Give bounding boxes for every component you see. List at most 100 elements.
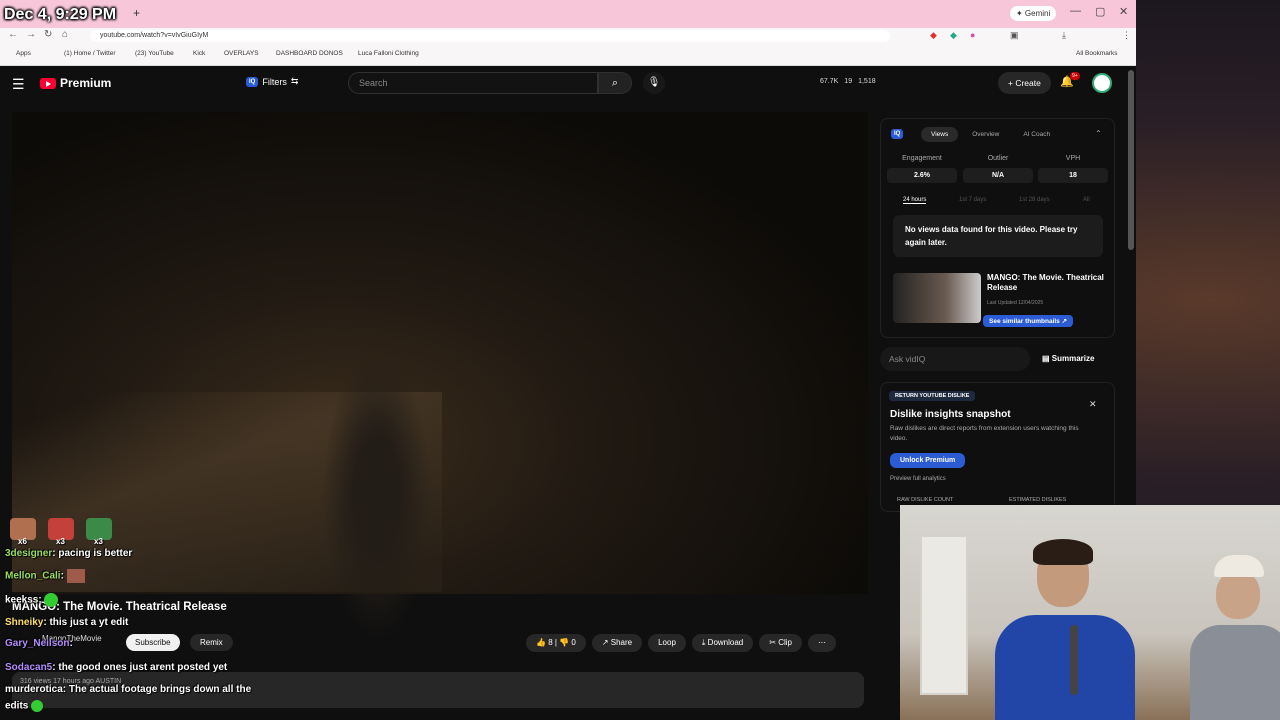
emote-icon: x3 [86, 518, 112, 546]
hamburger-menu-icon[interactable]: ☰ [12, 76, 25, 93]
page-scrollbar[interactable] [1128, 70, 1134, 250]
vidiq-logo-icon: IQ [891, 129, 904, 139]
preview-analytics: Preview full analytics [890, 476, 946, 482]
period-24h[interactable]: 24 hours [903, 197, 927, 204]
period-28d[interactable]: 1st 28 days [1019, 197, 1050, 203]
subscribe-button[interactable]: Subscribe [126, 634, 180, 651]
reload-icon[interactable]: ↻ [44, 29, 52, 40]
search-input[interactable]: Search [348, 72, 598, 94]
chat-message: 3designer: pacing is better [5, 548, 133, 559]
bookmarks-bar: Apps (1) Home / Twitter (23) YouTube Kic… [0, 44, 1136, 66]
tab-ai-coach[interactable]: AI Coach [1013, 127, 1060, 142]
chat-message: murderotica: The actual footage brings d… [5, 684, 252, 695]
minimize-icon[interactable]: — [1070, 5, 1081, 17]
estimated-dislike-label: ESTIMATED DISLIKES [1009, 497, 1067, 503]
create-button[interactable]: + Create [998, 72, 1051, 94]
back-icon[interactable]: ← [8, 29, 18, 40]
like-button[interactable]: 👍 8 | 👎 0 [526, 634, 586, 652]
bookmark-twitter[interactable]: (1) Home / Twitter [64, 50, 116, 57]
filter-sliders-icon: ⇆ [290, 76, 299, 86]
person-silhouette [322, 352, 432, 642]
close-icon[interactable]: ✕ [1119, 5, 1128, 18]
streamer [995, 539, 1135, 720]
emote-icon: x6 [10, 518, 36, 546]
metric-outlier: Outlier N/A [963, 155, 1033, 183]
bookmark-apps[interactable]: Apps [16, 50, 31, 57]
summarize-button[interactable]: ▤ Summarize [1042, 354, 1094, 363]
search-icon: ⌕ [611, 77, 619, 89]
youtube-logo[interactable]: Premium [40, 76, 111, 90]
video-actions: 👍 8 | 👎 0 ↗ Share Loop ⤓ Download ✂ Clip… [526, 634, 836, 652]
rtyd-title: Dislike insights snapshot [890, 409, 1011, 420]
download-icon[interactable]: ⤓ [1062, 30, 1066, 41]
bookmark-youtube[interactable]: (23) YouTube [135, 50, 174, 57]
voice-search-button[interactable]: 🎙 [643, 72, 665, 94]
youtube-header: ☰ Premium IQ Filters ⇆ Search ⌕ 🎙 67.7K … [0, 66, 1136, 100]
tab-views[interactable]: Views [921, 127, 959, 142]
webcam-overlay [900, 505, 1280, 720]
filters-label: Filters [262, 76, 287, 87]
remix-button[interactable]: Remix [190, 634, 233, 651]
close-icon[interactable]: ✕ [1089, 399, 1097, 410]
chat-message: Mellon_Cali: [5, 569, 85, 583]
extension-icon[interactable]: ● [970, 30, 975, 40]
rtyd-label: RETURN YOUTUBE DISLIKE [889, 391, 976, 401]
similar-thumbnails-button[interactable]: See similar thumbnails ↗ [983, 315, 1074, 327]
maximize-icon[interactable]: ▢ [1095, 5, 1105, 18]
brand-label: Premium [60, 76, 112, 90]
bookmark-overlays[interactable]: OVERLAYS [224, 50, 259, 57]
chat-emote-combo: x6 x3 x3 [10, 518, 112, 546]
microphone-icon [1070, 625, 1078, 695]
share-button[interactable]: ↗ Share [591, 634, 643, 652]
download-button[interactable]: ⤓ Download [691, 634, 754, 652]
chat-message: Gary_Neilson: [5, 638, 73, 649]
loop-button[interactable]: Loop [648, 634, 686, 652]
emote-icon [31, 700, 44, 712]
forward-icon[interactable]: → [26, 29, 36, 40]
microphone-icon: 🎙 [647, 77, 661, 88]
clip-button[interactable]: ✂ Clip [759, 634, 802, 652]
youtube-play-icon [40, 77, 56, 89]
chat-message: keekss: [5, 593, 59, 607]
new-tab-button[interactable]: + [133, 6, 140, 20]
search-button[interactable]: ⌕ [598, 72, 632, 94]
thumbnail-title: MANGO: The Movie. Theatrical Release [987, 273, 1104, 292]
ask-vidiq-input[interactable]: Ask vidIQ [880, 347, 1030, 371]
metric-vph: VPH 18 [1038, 155, 1108, 183]
channel-stats: 67.7K 19 1,518 [820, 78, 876, 85]
stream-clock: Dec 4, 9:29 PM [4, 6, 117, 23]
extension-icon[interactable]: ◆ [930, 30, 937, 41]
unlock-premium-button[interactable]: Unlock Premium [890, 453, 966, 468]
create-label: Create [1015, 78, 1041, 88]
door [920, 535, 968, 695]
more-actions-button[interactable]: ⋯ [807, 634, 836, 652]
period-7d[interactable]: 1st 7 days [959, 197, 986, 203]
url-field[interactable]: youtube.com/watch?v=vIvGiuGIyM [90, 30, 890, 42]
tab-overview[interactable]: Overview [962, 127, 1009, 142]
dislike-panel: RETURN YOUTUBE DISLIKE Dislike insights … [880, 382, 1115, 512]
all-bookmarks[interactable]: All Bookmarks [1076, 50, 1118, 57]
avatar[interactable] [1092, 73, 1112, 93]
collapse-icon[interactable]: ⌃ [1095, 129, 1102, 138]
last-updated: Last Updated 12/04/2025 [987, 300, 1044, 306]
bookmark-dashboard[interactable]: DASHBOARD DONOS [276, 50, 343, 57]
period-all[interactable]: All [1083, 197, 1090, 203]
extension-icon[interactable]: ▣ [1010, 30, 1019, 41]
stat-subs: 1,518 [858, 78, 876, 85]
raw-dislike-label: RAW DISLIKE COUNT [897, 497, 954, 503]
emote-icon: x3 [48, 518, 74, 546]
address-bar-row: ← → ↻ ⌂ youtube.com/watch?v=vIvGiuGIyM ◆… [0, 28, 1136, 44]
bookmark-clothing[interactable]: Luca Falloni Clothing [358, 50, 419, 57]
stat-views: 67.7K [820, 78, 839, 85]
chat-message: Sodacan5: the good ones just arent poste… [5, 662, 228, 673]
video-player[interactable] [12, 112, 868, 642]
chat-message: Shneiky: this just a yt edit [5, 617, 129, 628]
rtyd-subtitle: Raw dislikes are direct reports from ext… [890, 425, 1079, 442]
extension-icon[interactable]: ◆ [950, 30, 957, 41]
bookmark-kick[interactable]: Kick [193, 50, 205, 57]
gemini-button[interactable]: ✦ Gemini [1010, 6, 1057, 21]
home-icon[interactable]: ⌂ [62, 29, 68, 40]
menu-icon[interactable]: ⋮ [1122, 30, 1131, 41]
vidiq-badge-icon: IQ [246, 76, 259, 87]
filters-button[interactable]: IQ Filters ⇆ [246, 76, 298, 87]
